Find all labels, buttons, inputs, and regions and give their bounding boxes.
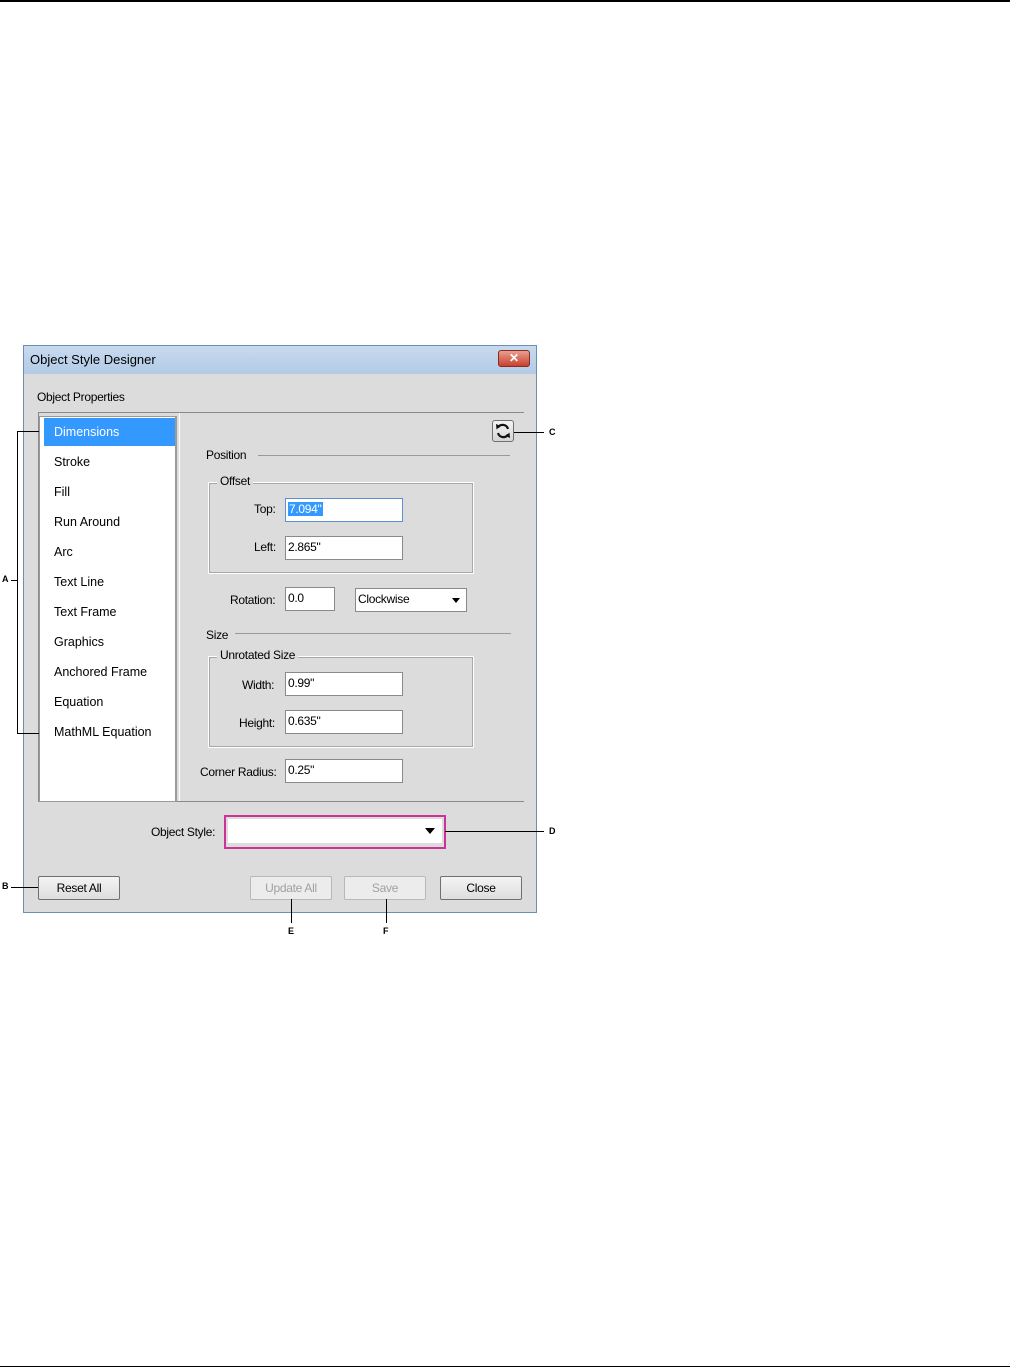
callout-f-leader: [386, 899, 387, 923]
title-bar[interactable]: Object Style Designer ✕: [24, 346, 536, 374]
top-label: Top:: [254, 502, 276, 516]
left-field[interactable]: 2.865": [285, 536, 403, 560]
callout-a-leader: [11, 580, 17, 581]
object-properties-label: Object Properties: [37, 390, 125, 404]
object-style-select[interactable]: [228, 819, 442, 843]
category-item-fill[interactable]: Fill: [44, 478, 175, 506]
rotation-field[interactable]: 0.0: [285, 587, 335, 611]
category-item-run-around[interactable]: Run Around: [44, 508, 175, 536]
top-field[interactable]: 7.094": [285, 498, 403, 522]
category-item-anchored-frame[interactable]: Anchored Frame: [44, 658, 175, 686]
category-item-text-frame[interactable]: Text Frame: [44, 598, 175, 626]
callout-a-label: A: [2, 574, 9, 584]
category-item-dimensions[interactable]: Dimensions: [44, 418, 175, 446]
position-section-label: Position: [206, 448, 247, 462]
callout-a-bracket-top: [17, 431, 39, 432]
callout-a-bracket-bottom: [17, 733, 39, 734]
category-item-equation[interactable]: Equation: [44, 688, 175, 716]
callout-e-label: E: [288, 926, 295, 936]
callout-a-bracket: [17, 431, 18, 734]
rotation-label: Rotation:: [230, 593, 276, 607]
refresh-button[interactable]: [492, 420, 514, 442]
callout-d-leader: [445, 831, 544, 832]
category-item-arc[interactable]: Arc: [44, 538, 175, 566]
corner-radius-label: Corner Radius:: [200, 765, 277, 779]
window-title: Object Style Designer: [30, 352, 156, 367]
left-label: Left:: [254, 540, 276, 554]
close-window-button[interactable]: ✕: [498, 350, 530, 367]
corner-radius-field[interactable]: 0.25": [285, 759, 403, 783]
callout-b-leader: [11, 887, 38, 888]
page-bottom-rule: [0, 1366, 1010, 1367]
object-style-label: Object Style:: [151, 825, 216, 839]
unrotated-size-group: [208, 656, 474, 748]
close-button[interactable]: Close: [440, 876, 522, 900]
chevron-down-icon: [425, 828, 435, 834]
page-top-rule: [0, 0, 1010, 2]
update-all-button[interactable]: Update All: [250, 876, 332, 900]
rotation-direction-value: Clockwise: [358, 592, 410, 606]
category-list[interactable]: Dimensions Stroke Fill Run Around Arc Te…: [39, 416, 177, 802]
callout-f-label: F: [383, 926, 389, 936]
category-item-stroke[interactable]: Stroke: [44, 448, 175, 476]
width-label: Width:: [242, 678, 275, 692]
close-icon: ✕: [508, 351, 520, 365]
unrotated-size-group-title: Unrotated Size: [217, 648, 299, 662]
category-item-graphics[interactable]: Graphics: [44, 628, 175, 656]
reset-all-button[interactable]: Reset All: [38, 876, 120, 900]
object-style-designer-dialog: Object Style Designer ✕ Object Propertie…: [23, 345, 537, 913]
rotation-direction-select[interactable]: Clockwise: [355, 588, 467, 612]
width-field[interactable]: 0.99": [285, 672, 403, 696]
top-field-value: 7.094": [288, 502, 323, 516]
callout-e-leader: [291, 899, 292, 923]
height-field[interactable]: 0.635": [285, 710, 403, 734]
callout-d-label: D: [549, 826, 556, 836]
size-divider: [235, 633, 511, 634]
category-item-text-line[interactable]: Text Line: [44, 568, 175, 596]
save-button[interactable]: Save: [344, 876, 426, 900]
refresh-icon: [496, 423, 510, 439]
callout-c-leader: [514, 432, 544, 433]
offset-group: [208, 482, 474, 574]
position-divider: [258, 455, 510, 456]
callout-b-label: B: [2, 881, 9, 891]
offset-group-title: Offset: [217, 474, 253, 488]
callout-c-label: C: [549, 427, 556, 437]
height-label: Height:: [239, 716, 275, 730]
category-item-mathml-equation[interactable]: MathML Equation: [44, 718, 175, 746]
chevron-down-icon: [452, 598, 460, 603]
size-section-label: Size: [206, 628, 229, 642]
